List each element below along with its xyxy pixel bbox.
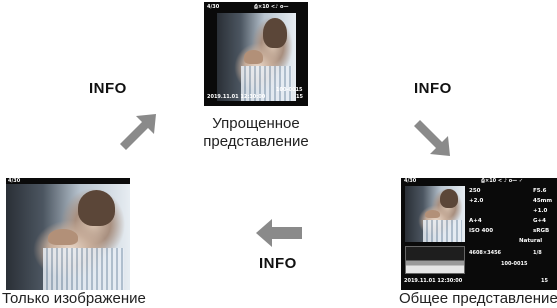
caption-overall: Общее представление: [399, 290, 557, 307]
detail-right-2: 45mm: [533, 198, 553, 204]
file-number: 100-0015: [276, 87, 303, 93]
caption-simplified-line1: Упрощенное: [212, 115, 300, 132]
detail-right-1: F5.6: [533, 188, 547, 194]
info-label-right: INFO: [414, 80, 452, 97]
detail-row-1: 250: [469, 188, 481, 194]
caption-simplified-line2: представление: [203, 133, 309, 150]
status-icons: ⎙×10 <♪ o—: [254, 4, 289, 10]
status-icons: ⎙×10 < ♪ o— ✓: [481, 178, 524, 184]
datetime: 2019.11.01 12:30:00: [404, 278, 463, 284]
frame-number: 4/30: [404, 178, 417, 184]
image-only-screen: 4/30: [6, 178, 130, 290]
frame-number: 4/30: [207, 4, 220, 10]
info-label-bottom: INFO: [259, 255, 297, 272]
image-size: 4608×3456: [469, 250, 502, 256]
detail-row-4: ISO 400: [469, 228, 494, 234]
detail-row-3: A+4: [469, 218, 482, 224]
datetime: 2019.11.01 12:30:00: [207, 94, 266, 100]
info-label-left: INFO: [89, 80, 127, 97]
frame-count: 15: [541, 278, 548, 284]
overall-view-screen: 4/30 ⎙×10 < ♪ o— ✓ 250 +2.0 A+4 ISO 400 …: [401, 178, 557, 290]
frame-count: 15: [296, 94, 303, 100]
file-number: 100-0015: [501, 261, 528, 267]
histogram: [405, 246, 465, 274]
detail-right-6: Natural: [519, 238, 543, 244]
detail-right-3: +1.0: [533, 208, 548, 214]
detail-row-2: +2.0: [469, 198, 484, 204]
detail-right-4: G+4: [533, 218, 546, 224]
photo-small: [405, 186, 465, 242]
photo-full: [6, 184, 130, 290]
fraction: 1/8: [533, 250, 542, 256]
arrow-down-right-icon: [414, 120, 450, 156]
arrow-up-right-icon: [120, 114, 156, 150]
detail-right-5: sRGB: [533, 228, 550, 234]
caption-image-only: Только изображение: [2, 290, 146, 307]
arrow-left-icon: [256, 219, 302, 247]
simplified-view-screen: 4/30 ⎙×10 <♪ o— 2019.11.01 12:30:00 100-…: [204, 2, 308, 106]
frame-number: 4/30: [8, 178, 21, 184]
